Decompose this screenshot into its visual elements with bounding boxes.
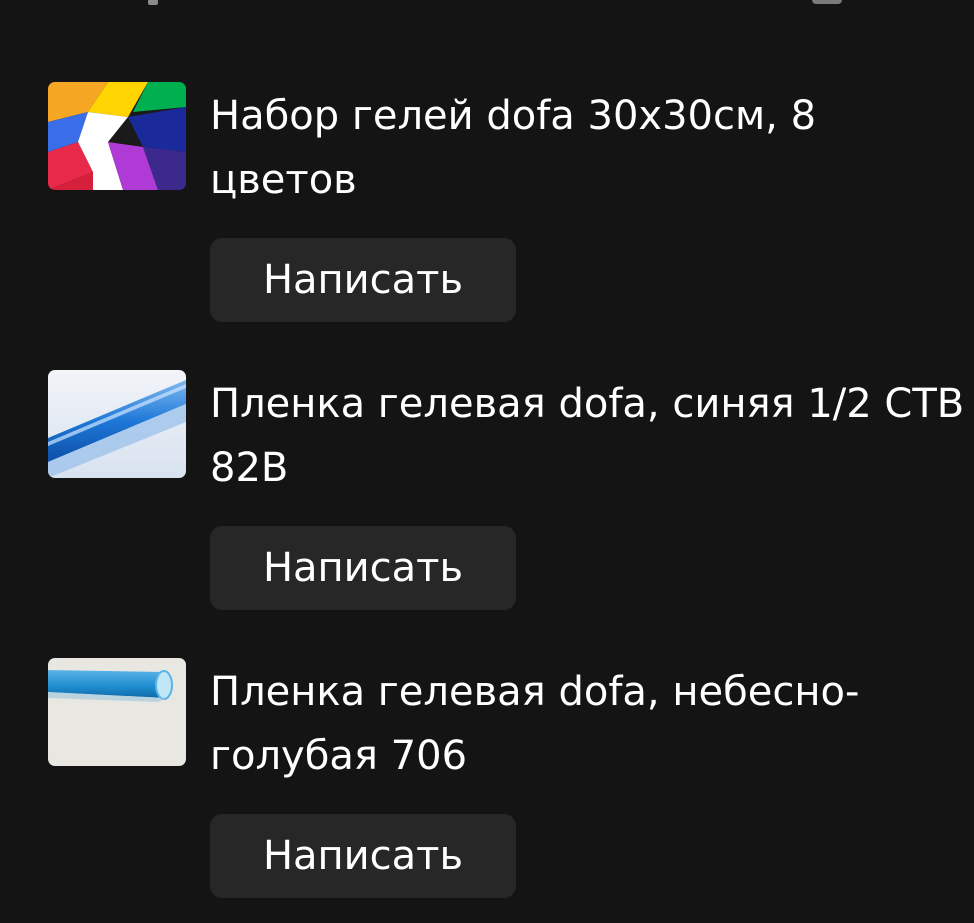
product-title-line: 82B	[210, 445, 289, 491]
partial-header-element	[148, 0, 158, 5]
color-gel-swatches-image[interactable]	[48, 82, 186, 190]
write-button[interactable]: Написать	[210, 814, 516, 898]
product-title-line: Набор гелей dofa 30x30см, 8	[210, 93, 817, 139]
sky-blue-gel-roll-image[interactable]	[48, 658, 186, 766]
product-title[interactable]: Пленка гелевая dofa, небесно- голубая 70…	[210, 660, 974, 788]
write-button[interactable]: Написать	[210, 526, 516, 610]
product-title-line: Пленка гелевая dofa, небесно-	[210, 669, 860, 715]
write-button[interactable]: Написать	[210, 238, 516, 322]
product-title-line: цветов	[210, 157, 357, 203]
product-title[interactable]: Пленка гелевая dofa, синяя 1/2 CTB 82B	[210, 372, 974, 500]
blue-gel-film-image[interactable]	[48, 370, 186, 478]
partial-header-icon	[812, 0, 842, 4]
product-title-line: Пленка гелевая dofa, синяя 1/2 CTB	[210, 381, 965, 427]
product-title-line: голубая 706	[210, 733, 468, 779]
product-list-page: Набор гелей dofa 30x30см, 8 цветов Напис…	[0, 0, 974, 923]
product-title[interactable]: Набор гелей dofa 30x30см, 8 цветов	[210, 84, 974, 212]
